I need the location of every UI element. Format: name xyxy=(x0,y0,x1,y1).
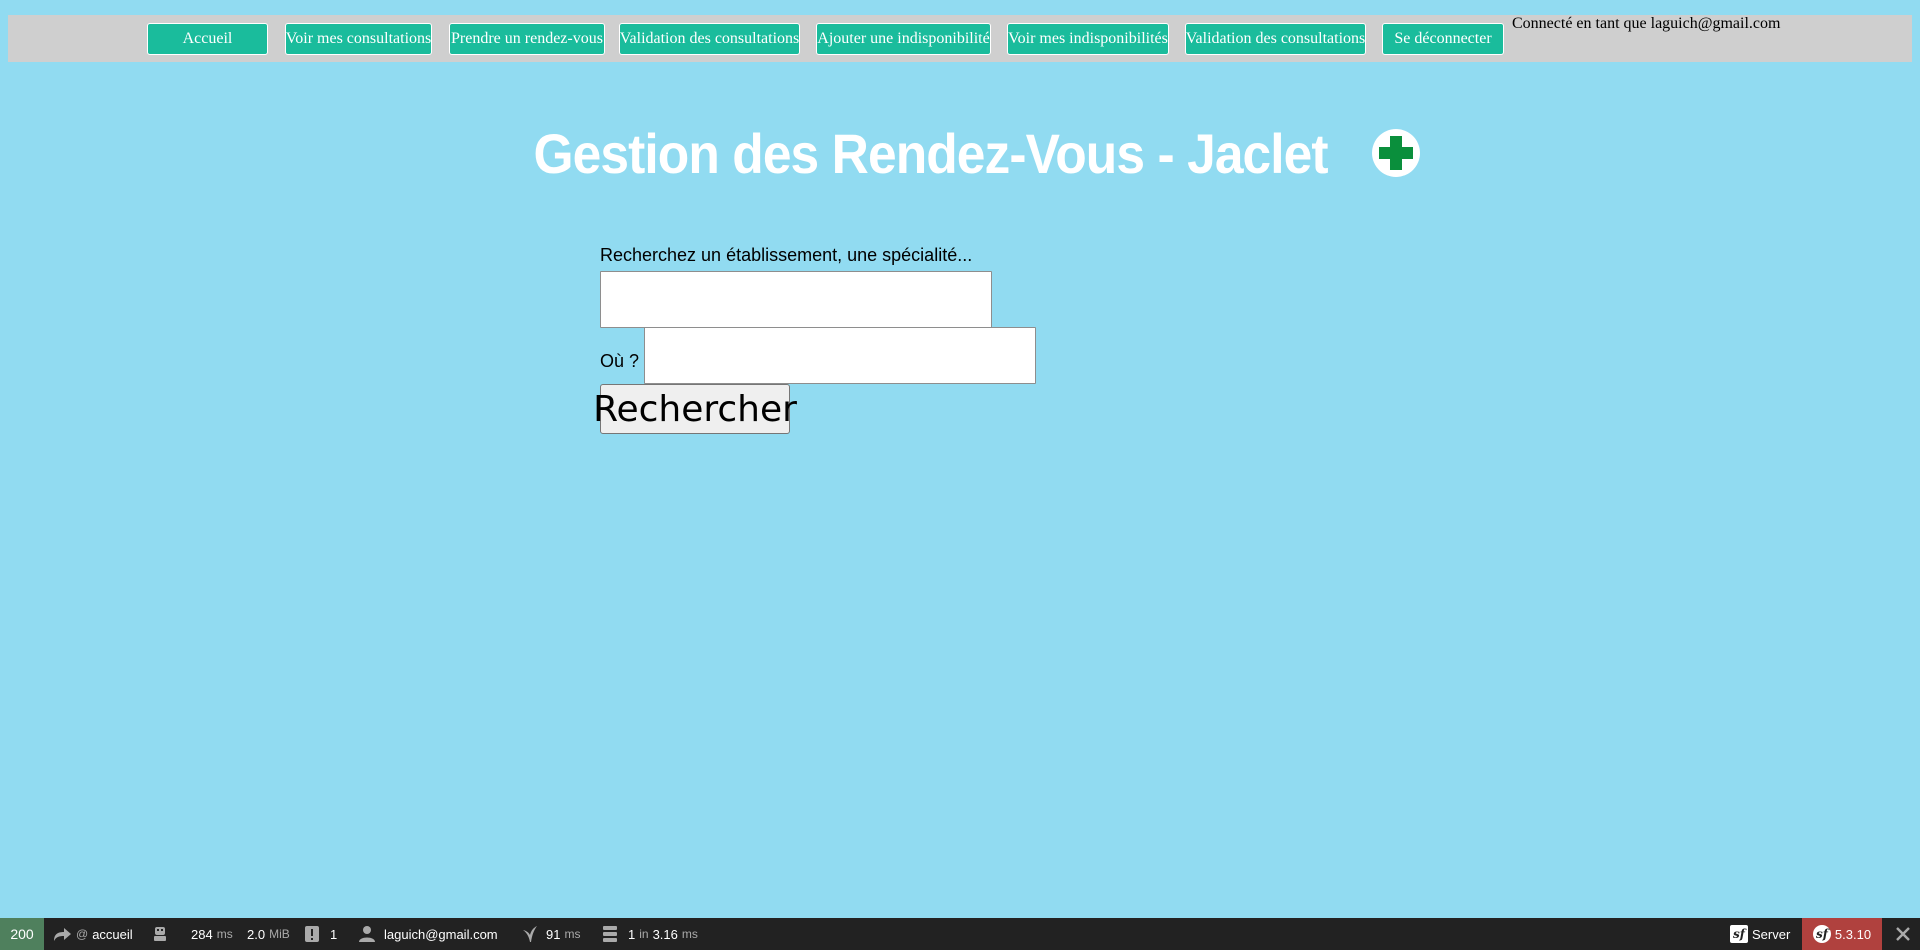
search-what-input[interactable] xyxy=(600,271,992,328)
logs-panel[interactable]: 1 xyxy=(304,918,337,950)
symfony-version: 5.3.10 xyxy=(1834,926,1872,942)
symfony-version-panel[interactable]: sf 5.3.10 xyxy=(1802,918,1882,950)
request-time-panel[interactable]: 284 ms xyxy=(191,918,233,950)
nav-ajouter-indisponibilite-button[interactable]: Ajouter une indisponibilité xyxy=(816,23,991,55)
twig-icon xyxy=(523,926,537,942)
page-header: Gestion des Rendez-Vous - Jaclet xyxy=(0,118,1920,188)
twig-time-value: 91 xyxy=(546,926,561,942)
route-panel[interactable]: @ accueil xyxy=(52,918,133,950)
debug-toolbar: 200 @ accueil 284 ms 2.0 MiB 1 laguich@g… xyxy=(0,918,1920,950)
nav-voir-indisponibilites-button[interactable]: Voir mes indisponibilités xyxy=(1007,23,1169,55)
search-button[interactable]: Rechercher xyxy=(593,384,797,434)
search-what-label: Recherchez un établissement, une spécial… xyxy=(600,245,973,265)
nav-logout-button[interactable]: Se déconnecter xyxy=(1382,23,1504,55)
server-panel[interactable]: sf Server xyxy=(1730,918,1790,950)
nav-validation-consultations-2-button[interactable]: Validation des consultations xyxy=(1185,23,1366,55)
toolbar-close-button[interactable] xyxy=(1886,918,1920,950)
close-icon xyxy=(1896,927,1910,941)
symfony-logo-icon: sf xyxy=(1812,925,1831,943)
twig-time-unit: ms xyxy=(564,927,581,941)
nav-voir-consultations-button[interactable]: Voir mes consultations xyxy=(285,23,432,55)
nav-accueil-button[interactable]: Accueil xyxy=(147,23,268,55)
database-icon xyxy=(603,926,617,942)
logs-count: 1 xyxy=(330,926,338,942)
log-warning-icon xyxy=(305,926,319,942)
database-panel[interactable]: 1 in 3.16 ms xyxy=(602,918,698,950)
redirect-arrow-icon xyxy=(54,928,71,941)
server-label: Server xyxy=(1752,926,1791,942)
controller-panel[interactable] xyxy=(151,918,169,950)
db-query-count: 1 xyxy=(628,926,636,942)
user-panel[interactable]: laguich@gmail.com xyxy=(358,918,498,950)
medical-cross-icon xyxy=(1371,129,1420,177)
request-time-unit: ms xyxy=(216,927,233,941)
route-name: accueil xyxy=(92,926,133,942)
nav-prendre-rdv-button[interactable]: Prendre un rendez-vous xyxy=(449,23,605,55)
search-where-input[interactable] xyxy=(644,327,1036,384)
memory-panel[interactable]: 2.0 MiB xyxy=(247,918,290,950)
memory-unit: MiB xyxy=(269,927,290,941)
nav-validation-consultations-button[interactable]: Validation des consultations xyxy=(619,23,800,55)
page-title: Gestion des Rendez-Vous - Jaclet xyxy=(533,121,1329,185)
db-time-value: 3.16 xyxy=(652,926,678,942)
status-code-badge[interactable]: 200 xyxy=(0,918,44,950)
user-icon xyxy=(359,926,375,942)
twig-panel[interactable]: 91 ms xyxy=(522,918,580,950)
symfony-icon: sf xyxy=(1730,925,1748,943)
search-where-label: Où ? xyxy=(600,351,640,371)
user-email: laguich@gmail.com xyxy=(384,926,498,942)
request-time-value: 284 xyxy=(191,926,213,942)
memory-value: 2.0 xyxy=(247,926,266,942)
robot-icon xyxy=(154,927,166,941)
db-in-label: in xyxy=(639,927,649,941)
connected-user-text: Connecté en tant que laguich@gmail.com xyxy=(1512,15,1781,32)
db-time-unit: ms xyxy=(681,927,698,941)
route-prefix: @ xyxy=(76,927,89,941)
